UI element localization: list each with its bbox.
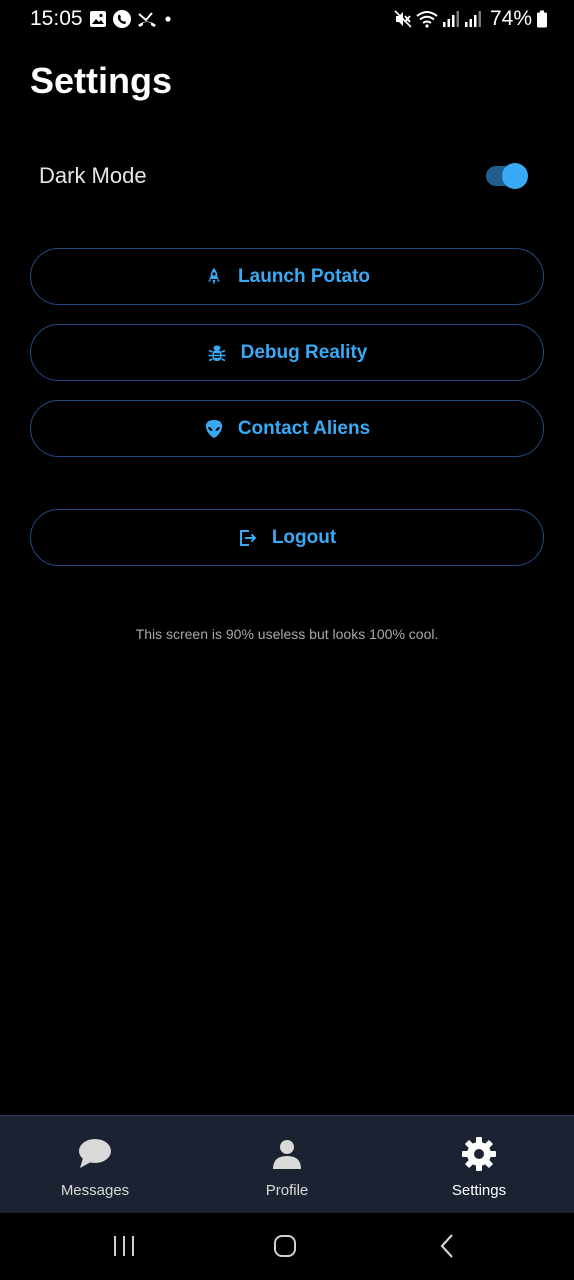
battery-percentage: 74% [489, 7, 532, 30]
nav-label-messages: Messages [60, 1182, 130, 1199]
system-nav-bar [0, 1213, 574, 1280]
status-left-icons [89, 9, 174, 29]
back-icon [440, 1234, 453, 1258]
alien-icon [205, 419, 222, 438]
footer-note: This screen is 90% useless but looks 100… [135, 626, 439, 642]
dark-mode-label: Dark Mode [39, 163, 147, 188]
chat-bubble-icon [79, 1139, 111, 1168]
missed-call-icon [138, 12, 156, 27]
logout-button[interactable]: Logout [30, 509, 544, 566]
status-right-icons: 74% [394, 7, 548, 31]
page-title: Settings [30, 60, 173, 101]
back-button[interactable] [427, 1231, 467, 1261]
recents-icon [114, 1236, 134, 1256]
notification-dot-icon [165, 16, 171, 22]
recents-button[interactable] [104, 1231, 144, 1261]
home-icon [274, 1235, 296, 1257]
nav-label-settings: Settings [451, 1182, 507, 1199]
dark-mode-toggle[interactable] [486, 161, 530, 191]
logout-icon [239, 529, 257, 546]
nav-item-profile[interactable]: Profile [192, 1116, 382, 1214]
gallery-icon [90, 11, 106, 27]
rocket-icon [208, 267, 221, 285]
toggle-thumb [502, 163, 528, 189]
settings-screen: 15:05 74% Settings Dark Mode Launch Pota… [0, 0, 574, 1280]
mute-icon [394, 10, 412, 28]
nav-item-settings[interactable]: Settings [384, 1116, 574, 1214]
contact-aliens-label: Contact Aliens [237, 417, 371, 439]
debug-reality-button[interactable]: Debug Reality [30, 324, 544, 381]
debug-reality-label: Debug Reality [240, 341, 368, 363]
signal-icon [442, 11, 459, 27]
bottom-nav: Messages Profile Settings [0, 1115, 574, 1213]
launch-potato-button[interactable]: Launch Potato [30, 248, 544, 305]
wifi-icon [416, 11, 438, 28]
nav-label-profile: Profile [265, 1182, 309, 1199]
launch-potato-label: Launch Potato [238, 265, 370, 287]
person-icon [273, 1140, 301, 1169]
home-button[interactable] [265, 1231, 305, 1261]
whatsapp-icon [113, 10, 131, 28]
bug-icon [208, 345, 226, 361]
contact-aliens-button[interactable]: Contact Aliens [30, 400, 544, 457]
logout-label: Logout [271, 526, 337, 548]
status-bar: 15:05 74% [0, 0, 574, 40]
gear-icon [462, 1137, 496, 1171]
nav-item-messages[interactable]: Messages [0, 1116, 190, 1214]
status-time: 15:05 [30, 7, 83, 30]
battery-icon [537, 10, 547, 28]
signal-icon [464, 11, 481, 27]
